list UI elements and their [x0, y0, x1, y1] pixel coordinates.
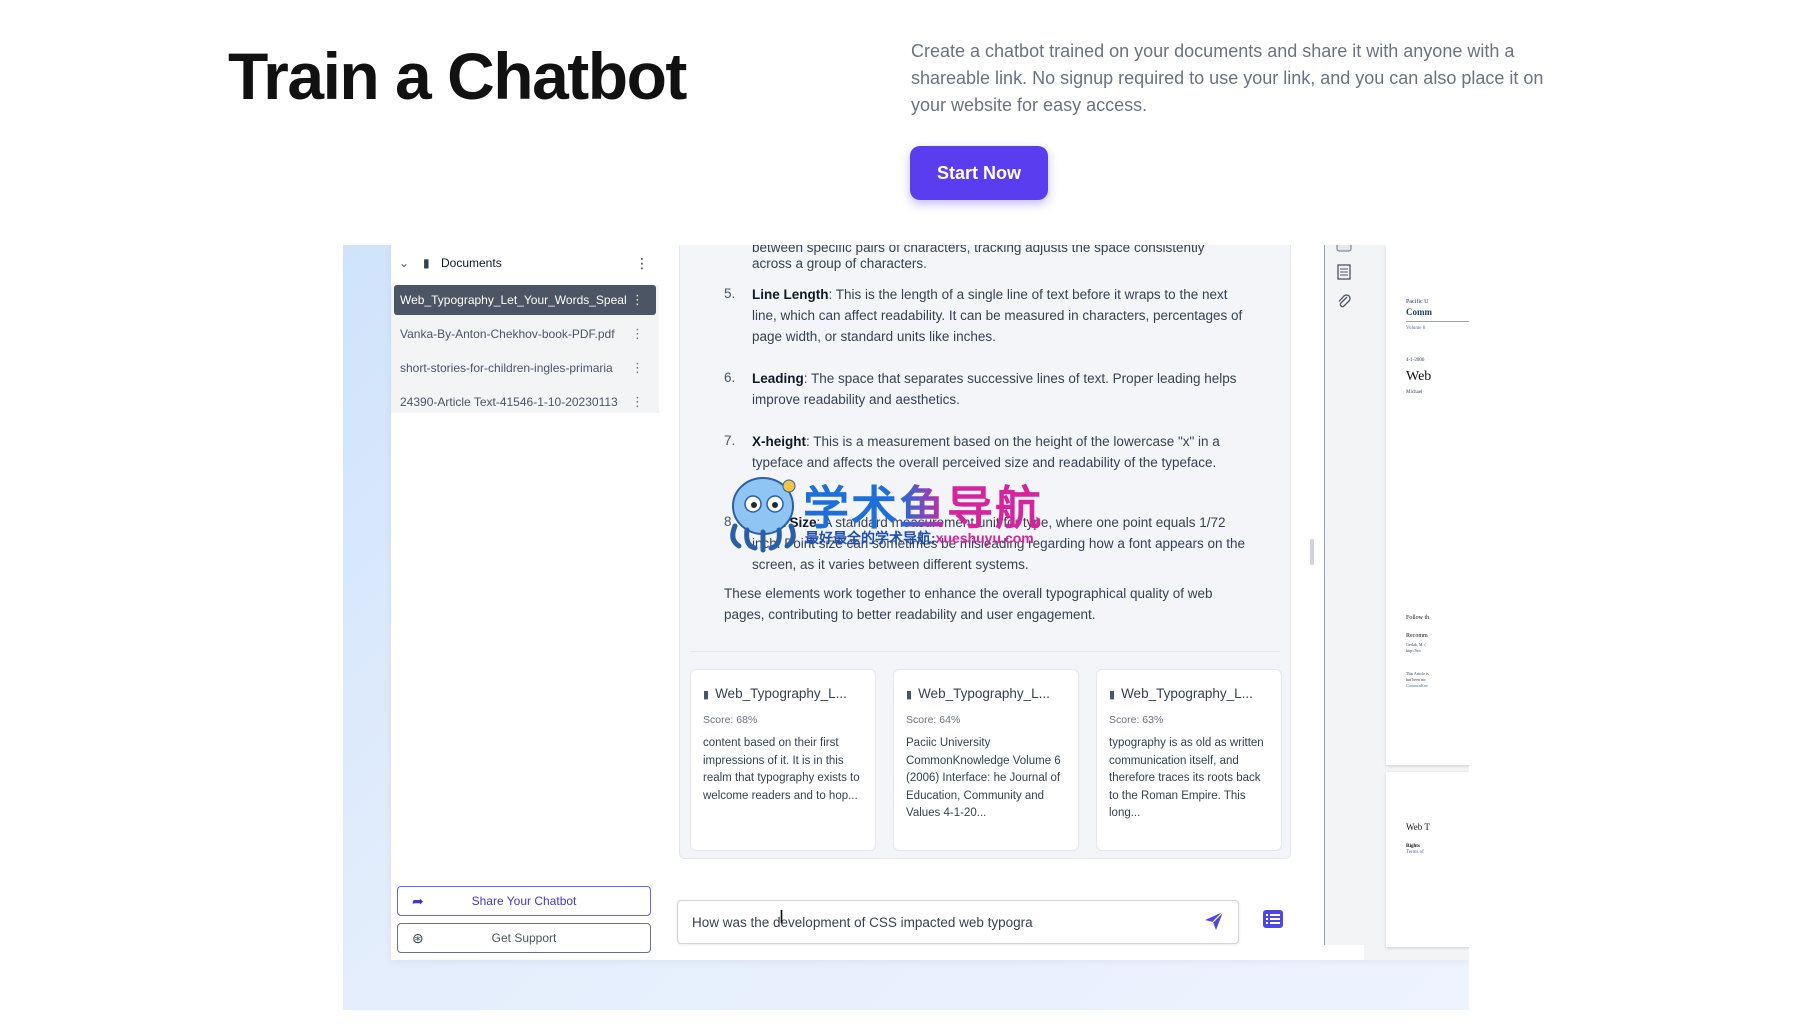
document-list: Web_Typography_Let_Your_Words_Speak ⋮ Va… [391, 285, 659, 413]
document-item-active[interactable]: Web_Typography_Let_Your_Words_Speak ⋮ [394, 285, 656, 315]
source-snippet: typography is as old as written communic… [1109, 737, 1264, 819]
document-menu-icon[interactable]: ⋮ [631, 292, 644, 308]
documents-menu-icon[interactable]: ⋮ [635, 255, 649, 272]
divider [690, 651, 1280, 652]
hero-title: Train a Chatbot [228, 39, 687, 113]
source-card[interactable]: ▮ Web_Typography_L... Score: 64% Paciic U… [893, 669, 1079, 851]
summary-text: These elements work together to enhance … [724, 586, 1213, 622]
list-number: 7. [724, 433, 736, 448]
source-card[interactable]: ▮ Web_Typography_L... Score: 68% content … [690, 669, 876, 851]
source-score: Score: 68% [703, 714, 758, 726]
pdf-text: Web [1406, 369, 1432, 384]
list-number: 5. [724, 286, 736, 301]
pdf-text: 4-1-2006 [1406, 358, 1425, 363]
pdf-text: has been acc [1406, 677, 1427, 682]
app-screenshot-stage: ⌄ ▮ Documents ⋮ Web_Typography_Let_Your_… [343, 245, 1469, 1010]
document-name: Web_Typography_Let_Your_Words_Speak [400, 293, 626, 307]
lifebuoy-icon: ⊛ [412, 930, 424, 946]
file-icon: ▮ [1109, 689, 1116, 701]
list-term: X-height [752, 434, 806, 449]
list-view-icon[interactable] [1262, 909, 1284, 929]
document-item[interactable]: Vanka-By-Anton-Chekhov-book-PDF.pdf ⋮ [394, 319, 656, 349]
pdf-text: Gerlak, M. ( [1406, 642, 1426, 647]
file-icon: ▮ [703, 689, 710, 701]
documents-sidebar: ⌄ ▮ Documents ⋮ Web_Typography_Let_Your_… [391, 245, 660, 960]
document-item[interactable]: 24390-Article Text-41546-1-10-20230113 ⋮ [394, 387, 656, 417]
source-score: Score: 63% [1109, 714, 1164, 726]
pdf-toolstrip [1324, 245, 1366, 945]
document-menu-icon[interactable]: ⋮ [631, 326, 644, 342]
documents-header[interactable]: ⌄ ▮ Documents ⋮ [391, 245, 659, 281]
share-chatbot-label: Share Your Chatbot [471, 894, 577, 908]
pdf-text: Volume 6 [1406, 326, 1426, 331]
pdf-text: Pacific U [1406, 299, 1429, 305]
octopus-mascot-icon [730, 477, 796, 553]
pdf-preview: Pacific U Comm Volume 6 4-1-2006 Web Mic… [1364, 245, 1469, 960]
document-item[interactable]: short-stories-for-children-ingles-primar… [394, 353, 656, 383]
file-icon: ▮ [906, 689, 913, 701]
list-item: Leading: The space that separates succes… [752, 368, 1252, 410]
source-score: Score: 64% [906, 714, 961, 726]
pdf-text: Comm [1406, 307, 1432, 317]
pdf-page[interactable]: Pacific U Comm Volume 6 4-1-2006 Web Mic… [1386, 245, 1469, 765]
pdf-page[interactable]: Web T Rights Terms of [1386, 772, 1469, 947]
chatbot-app: ⌄ ▮ Documents ⋮ Web_Typography_Let_Your_… [391, 245, 1469, 960]
pdf-text: Terms of [1406, 850, 1424, 855]
pdf-text: Web T [1406, 822, 1430, 832]
list-item: X-height: This is a measurement based on… [752, 431, 1252, 473]
document-menu-icon[interactable]: ⋮ [631, 394, 644, 410]
documents-label: Documents [441, 256, 502, 270]
list-desc: : This is a measurement based on the hei… [752, 434, 1220, 470]
thumbnails-icon[interactable] [1335, 245, 1353, 263]
file-icon: ▮ [423, 256, 430, 270]
watermark-subtitle: 最好最全的学术导航:xueshuyu.com [805, 530, 1034, 546]
hero-description: Create a chatbot trained on your documen… [911, 41, 1544, 115]
source-title: ▮ Web_Typography_L... [703, 686, 847, 701]
watermark: 学术鱼导航 最好最全的学术导航:xueshuyu.com [725, 470, 1095, 560]
source-snippet: Paciic University CommonKnowledge Volume… [906, 737, 1061, 819]
panel-divider [1309, 245, 1321, 960]
list-number: 6. [724, 370, 736, 385]
source-title: ▮ Web_Typography_L... [1109, 686, 1253, 701]
source-snippet: content based on their first impressions… [703, 737, 860, 802]
chat-input[interactable] [692, 912, 1182, 932]
text-cursor-icon: I [779, 907, 785, 927]
pdf-text: http://hcc [1406, 648, 1422, 653]
pdf-text: Rights [1406, 844, 1420, 849]
get-support-label: Get Support [491, 931, 557, 945]
source-card[interactable]: ▮ Web_Typography_L... Score: 63% typograp… [1096, 669, 1282, 851]
list-item: Line Length: This is the length of a sin… [752, 284, 1252, 347]
pdf-text: Michael [1406, 390, 1423, 395]
document-name: short-stories-for-children-ingles-primar… [400, 361, 613, 375]
resize-handle[interactable] [1310, 539, 1314, 565]
pdf-text: Follow th [1406, 615, 1430, 621]
chevron-down-icon[interactable]: ⌄ [399, 256, 415, 270]
message-text: across a group of characters. [752, 256, 927, 271]
outline-icon[interactable] [1335, 263, 1353, 281]
send-icon[interactable] [1202, 909, 1226, 933]
source-title: ▮ Web_Typography_L... [906, 686, 1050, 701]
document-name: 24390-Article Text-41546-1-10-20230113 [400, 395, 618, 409]
share-chatbot-button[interactable]: ➦ Share Your Chatbot [397, 886, 651, 916]
list-term: Leading [752, 371, 804, 386]
chat-pane: between specific pairs of characters, tr… [659, 245, 1309, 960]
document-menu-icon[interactable]: ⋮ [631, 360, 644, 376]
pdf-text: This Article is [1406, 671, 1429, 676]
list-desc: : The space that separates successive li… [752, 371, 1237, 407]
document-name: Vanka-By-Anton-Chekhov-book-PDF.pdf [400, 327, 615, 341]
attachment-icon[interactable] [1335, 293, 1353, 311]
pdf-text: Recomm [1406, 633, 1428, 639]
get-support-button[interactable]: ⊛ Get Support [397, 923, 651, 953]
pdf-text: CommonKno [1406, 683, 1428, 688]
chat-input-box[interactable] [677, 900, 1239, 944]
list-term: Line Length [752, 287, 829, 302]
start-now-button[interactable]: Start Now [910, 146, 1048, 200]
share-icon: ➦ [412, 893, 424, 909]
